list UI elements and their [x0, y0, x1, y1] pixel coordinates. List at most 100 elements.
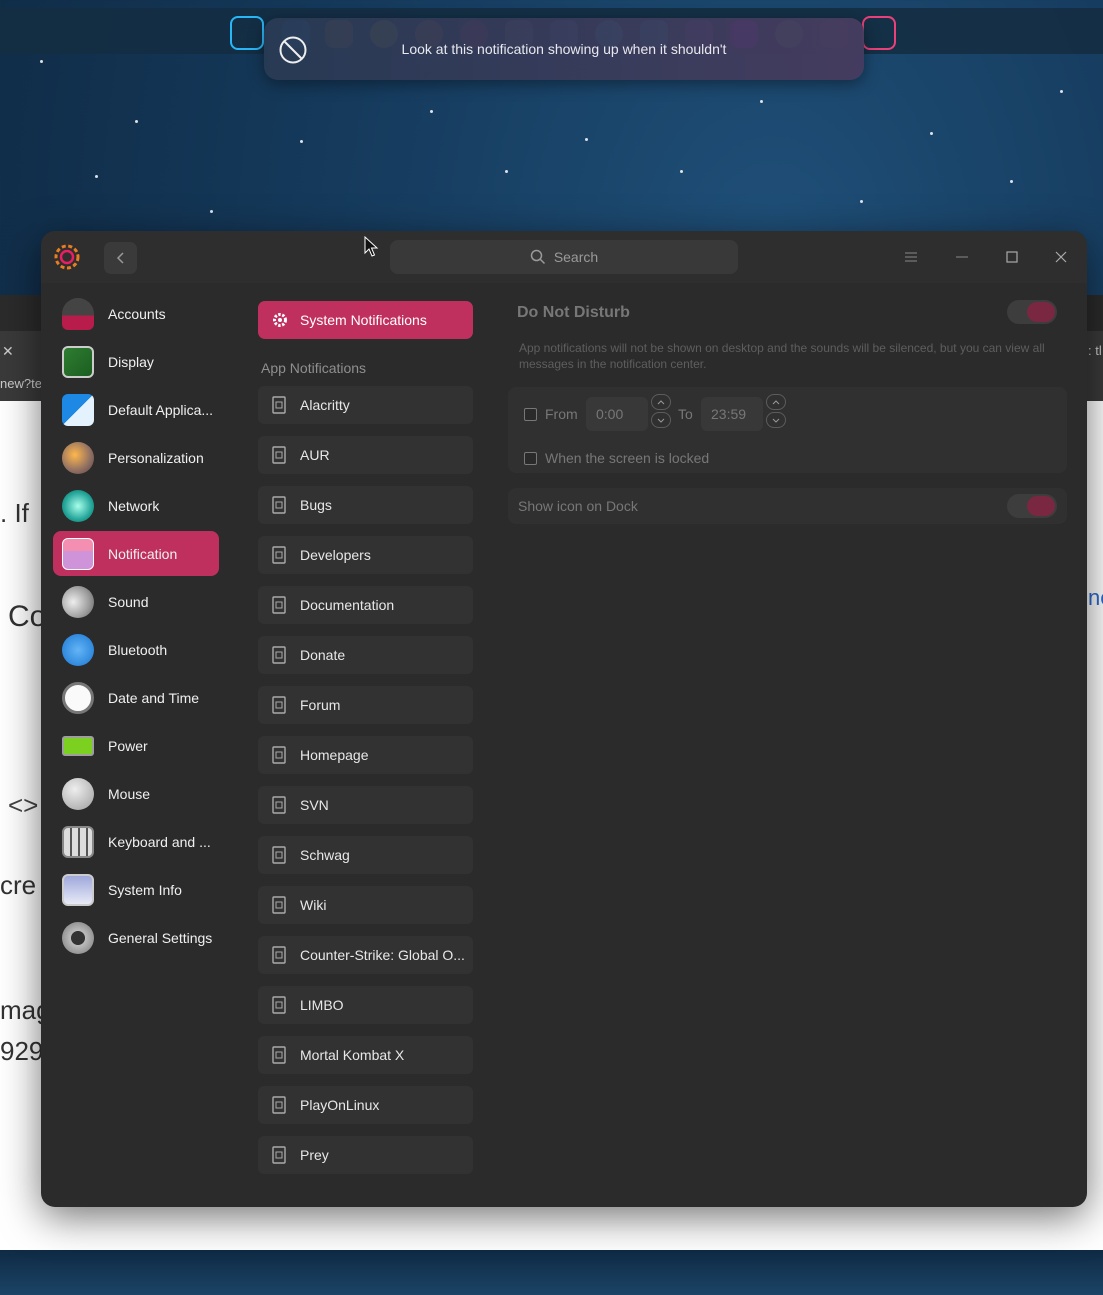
app-notification-label: Wiki	[300, 897, 327, 913]
chevron-up-icon	[772, 399, 780, 404]
app-notification-label: SVN	[300, 797, 329, 813]
search-field[interactable]: Search	[390, 240, 738, 274]
app-notification-label: Homepage	[300, 747, 369, 763]
bg-tab-close: ✕	[2, 343, 14, 359]
to-increment-button[interactable]	[766, 394, 786, 410]
chevron-down-icon	[657, 418, 665, 423]
sidebar-item-label: Mouse	[108, 785, 151, 802]
app-notification-item[interactable]: Developers	[258, 536, 473, 574]
sidebar-item-bluetooth[interactable]: Bluetooth	[53, 627, 219, 672]
sidebar-item-label: Bluetooth	[108, 641, 168, 658]
app-notification-label: Donate	[300, 647, 346, 663]
search-placeholder: Search	[553, 249, 599, 265]
app-document-icon	[272, 746, 286, 764]
gear-icon	[273, 313, 287, 327]
app-notification-item[interactable]: Forum	[258, 686, 473, 724]
app-notification-item[interactable]: AUR	[258, 436, 473, 474]
minimize-button[interactable]	[950, 245, 974, 269]
show-icon-on-dock-toggle[interactable]	[1007, 494, 1057, 518]
sidebar-item-system-info[interactable]: System Info	[53, 867, 219, 912]
app-notification-item[interactable]: Schwag	[258, 836, 473, 874]
app-document-icon	[272, 846, 286, 864]
from-time-input[interactable]: 0:00	[586, 397, 648, 431]
app-notification-label: AUR	[300, 447, 330, 463]
sidebar-item-label: Notification	[108, 545, 178, 562]
titlebar: Search	[41, 231, 1087, 283]
bg-fragment: : tl	[1088, 343, 1102, 358]
app-document-icon	[272, 1146, 286, 1164]
app-document-icon	[272, 1046, 286, 1064]
system-notifications-button[interactable]: System Notifications	[258, 301, 473, 339]
from-increment-button[interactable]	[651, 394, 671, 410]
personalization-icon	[62, 441, 94, 474]
sidebar-item-keyboard[interactable]: Keyboard and ...	[53, 819, 219, 864]
settings-window: Search Accounts Display Default Applica.…	[41, 231, 1087, 1207]
app-notification-item[interactable]: Wiki	[258, 886, 473, 924]
system-notifications-label: System Notifications	[300, 312, 427, 328]
sidebar-item-label: Keyboard and ...	[108, 833, 211, 850]
minimize-icon	[956, 256, 968, 258]
screenshot-camera-icon[interactable]	[862, 16, 896, 50]
close-button[interactable]	[1049, 245, 1073, 269]
to-decrement-button[interactable]	[766, 412, 786, 428]
app-notification-item[interactable]: Mortal Kombat X	[258, 1036, 473, 1074]
mouse-icon	[62, 777, 94, 810]
from-checkbox[interactable]	[524, 408, 537, 421]
bg-fragment: cre	[0, 870, 37, 900]
sidebar-item-general-settings[interactable]: General Settings	[53, 915, 219, 960]
sidebar-item-sound[interactable]: Sound	[53, 579, 219, 624]
close-icon	[1055, 251, 1067, 263]
app-document-icon	[272, 896, 286, 914]
app-document-icon	[272, 696, 286, 714]
app-document-icon	[272, 496, 286, 514]
sidebar-item-label: Accounts	[108, 305, 166, 322]
maximize-icon	[1006, 251, 1018, 263]
bluetooth-icon	[62, 633, 94, 666]
from-decrement-button[interactable]	[651, 412, 671, 428]
app-document-icon	[272, 946, 286, 964]
app-notification-item[interactable]: Prey	[258, 1136, 473, 1174]
to-label: To	[678, 406, 693, 422]
maximize-button[interactable]	[1000, 245, 1024, 269]
app-notification-item[interactable]: Homepage	[258, 736, 473, 774]
sidebar-item-label: Date and Time	[108, 689, 200, 706]
sidebar-item-notification[interactable]: Notification	[53, 531, 219, 576]
terminal-icon[interactable]	[230, 16, 264, 50]
screen-locked-checkbox[interactable]	[524, 452, 537, 465]
app-notification-item[interactable]: LIMBO	[258, 986, 473, 1024]
sidebar-item-power[interactable]: Power	[53, 723, 219, 768]
sidebar-item-display[interactable]: Display	[53, 339, 219, 384]
back-button[interactable]	[104, 242, 137, 274]
app-notification-item[interactable]: Bugs	[258, 486, 473, 524]
app-document-icon	[272, 446, 286, 464]
app-notification-label: PlayOnLinux	[300, 1097, 380, 1113]
sidebar-item-date-time[interactable]: Date and Time	[53, 675, 219, 720]
sidebar-item-mouse[interactable]: Mouse	[53, 771, 219, 816]
app-notification-item[interactable]: Alacritty	[258, 386, 473, 424]
app-notification-item[interactable]: Counter-Strike: Global O...	[258, 936, 473, 974]
app-document-icon	[272, 396, 286, 414]
app-notification-item[interactable]: SVN	[258, 786, 473, 824]
sidebar-item-label: Sound	[108, 593, 149, 610]
chevron-down-icon	[772, 418, 780, 423]
sidebar-item-default-applications[interactable]: Default Applica...	[53, 387, 219, 432]
battery-icon	[62, 735, 94, 756]
schedule-card: From 0:00 To 23:59 When the screen is lo…	[508, 387, 1067, 473]
sidebar-item-network[interactable]: Network	[53, 483, 219, 528]
app-notification-label: Forum	[300, 697, 341, 713]
app-notification-label: Developers	[300, 547, 371, 563]
general-settings-icon	[62, 921, 94, 954]
notification-message: Look at this notification showing up whe…	[401, 41, 727, 57]
sidebar-item-accounts[interactable]: Accounts	[53, 291, 219, 336]
sidebar-item-personalization[interactable]: Personalization	[53, 435, 219, 480]
menu-button[interactable]	[899, 245, 923, 269]
app-notification-item[interactable]: PlayOnLinux	[258, 1086, 473, 1124]
app-notification-label: LIMBO	[300, 997, 344, 1013]
notification-bubble[interactable]: Look at this notification showing up whe…	[264, 18, 864, 80]
do-not-disturb-toggle[interactable]	[1007, 300, 1057, 324]
app-notification-item[interactable]: Donate	[258, 636, 473, 674]
to-time-input[interactable]: 23:59	[701, 397, 763, 431]
sidebar-item-label: Personalization	[108, 449, 204, 466]
bg-fragment: ne	[1088, 585, 1103, 610]
app-notification-item[interactable]: Documentation	[258, 586, 473, 624]
